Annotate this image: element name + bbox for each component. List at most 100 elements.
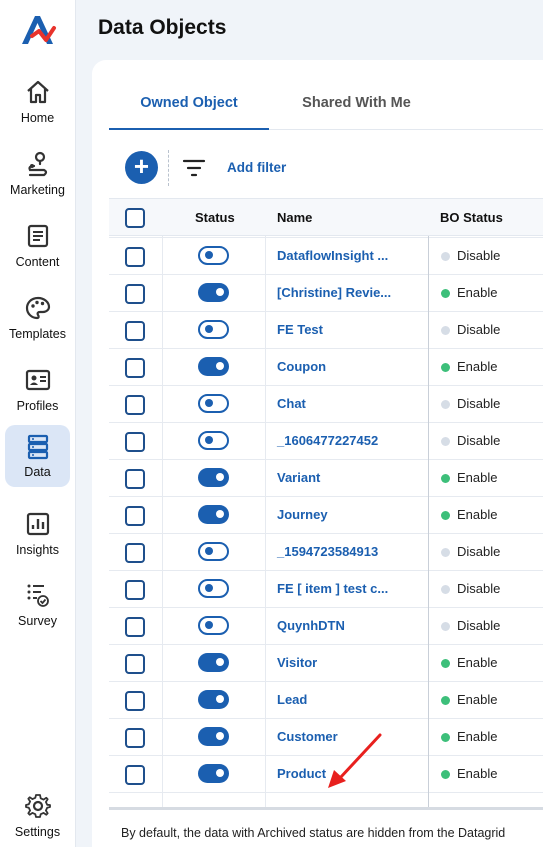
table-row[interactable]: Product Enable [109,756,543,793]
toggle-knob [205,399,213,407]
status-toggle[interactable] [198,431,229,450]
sidebar-item-templates[interactable]: Templates [5,286,70,348]
object-name-link[interactable]: QuynhDTN [277,618,345,633]
archived-footnote: By default, the data with Archived statu… [121,826,506,840]
table-row[interactable]: [Christine] Revie... Enable [109,275,543,312]
sidebar-item-data[interactable]: Data [5,425,70,487]
column-header-bo-status[interactable]: BO Status [440,210,503,225]
object-name-link[interactable]: Customer [277,729,338,744]
column-header-status: Status [195,210,235,225]
status-toggle[interactable] [198,542,229,561]
object-name-link[interactable]: DataflowInsight ... [277,248,388,263]
status-toggle[interactable] [198,357,229,376]
object-name-link[interactable]: FE [ item ] test c... [277,581,388,596]
object-name-link[interactable]: _1606477227452 [277,433,378,448]
home-icon [26,80,49,104]
object-name-link[interactable]: Visitor [277,655,317,670]
filter-icon[interactable] [182,157,206,179]
sidebar-item-label: Content [15,255,60,269]
sidebar-item-marketing[interactable]: Marketing [5,142,70,204]
row-checkbox[interactable] [125,395,145,415]
sidebar: Home Marketing Content Templates Profile… [0,0,76,847]
table-row[interactable]: Chat Disable [109,386,543,423]
status-toggle[interactable] [198,283,229,302]
table-row[interactable]: DataflowInsight ... Disable [109,238,543,275]
table-row[interactable]: Variant Enable [109,460,543,497]
table-row[interactable]: Customer Enable [109,719,543,756]
status-toggle[interactable] [198,690,229,709]
toggle-knob [216,658,224,666]
table-row[interactable]: _1594723584913 Disable [109,534,543,571]
add-filter-button[interactable]: Add filter [227,160,286,175]
sidebar-item-content[interactable]: Content [5,214,70,276]
status-toggle[interactable] [198,468,229,487]
table-row[interactable]: Lead Enable [109,682,543,719]
toggle-knob [216,732,224,740]
row-checkbox[interactable] [125,617,145,637]
add-object-button[interactable]: + [125,151,158,184]
object-name-link[interactable]: Coupon [277,359,326,374]
object-name-link[interactable]: Chat [277,396,306,411]
bo-status-text: Disable [457,396,501,411]
status-toggle[interactable] [198,394,229,413]
status-toggle[interactable] [198,246,229,265]
sidebar-item-label: Insights [15,543,60,557]
status-toggle[interactable] [198,579,229,598]
status-toggle[interactable] [198,616,229,635]
table-row[interactable]: QuynhDTN Disable [109,608,543,645]
toggle-knob [205,251,213,259]
column-header-name[interactable]: Name [277,210,312,225]
tab-shared-with-me[interactable]: Shared With Me [284,84,429,130]
row-checkbox[interactable] [125,543,145,563]
row-checkbox[interactable] [125,247,145,267]
bo-status-dot [441,363,450,372]
status-toggle[interactable] [198,727,229,746]
row-checkbox[interactable] [125,321,145,341]
object-name-link[interactable]: [Christine] Revie... [277,285,391,300]
toggle-knob [216,362,224,370]
bo-status-text: Enable [457,729,498,744]
object-name-link[interactable]: Lead [277,692,307,707]
sidebar-item-profiles[interactable]: Profiles [5,358,70,420]
bo-status-text: Disable [457,618,501,633]
object-name-link[interactable]: Product [277,766,326,781]
object-name-link[interactable]: Journey [277,507,328,522]
object-name-link[interactable]: FE Test [277,322,323,337]
table-row[interactable]: Coupon Enable [109,349,543,386]
table-row[interactable]: FE [ item ] test c... Disable [109,571,543,608]
toggle-knob [205,584,213,592]
status-toggle[interactable] [198,653,229,672]
app-logo[interactable] [18,10,58,50]
row-checkbox[interactable] [125,432,145,452]
bo-status-dot [441,252,450,261]
row-checkbox[interactable] [125,654,145,674]
row-checkbox[interactable] [125,765,145,785]
table-row[interactable]: _1606477227452 Disable [109,423,543,460]
table-row[interactable]: Journey Enable [109,497,543,534]
object-name-link[interactable]: _1594723584913 [277,544,378,559]
database-icon [27,434,48,460]
sidebar-item-settings[interactable]: Settings [5,784,70,846]
table-row[interactable]: Visitor Enable [109,645,543,682]
tab-owned-object[interactable]: Owned Object [109,84,269,130]
sidebar-item-survey[interactable]: Survey [5,573,70,635]
status-toggle[interactable] [198,320,229,339]
row-checkbox[interactable] [125,580,145,600]
row-checkbox[interactable] [125,691,145,711]
row-checkbox[interactable] [125,358,145,378]
row-checkbox[interactable] [125,284,145,304]
table-row[interactable]: FE Test Disable [109,312,543,349]
row-checkbox[interactable] [125,506,145,526]
select-all-checkbox[interactable] [125,208,145,228]
status-toggle[interactable] [198,505,229,524]
bo-status-text: Disable [457,433,501,448]
bo-status-text: Enable [457,692,498,707]
sidebar-item-insights[interactable]: Insights [5,502,70,564]
toggle-knob [205,621,213,629]
object-name-link[interactable]: Variant [277,470,320,485]
row-checkbox[interactable] [125,728,145,748]
row-checkbox[interactable] [125,469,145,489]
status-toggle[interactable] [198,764,229,783]
toggle-knob [216,695,224,703]
sidebar-item-home[interactable]: Home [5,70,70,132]
